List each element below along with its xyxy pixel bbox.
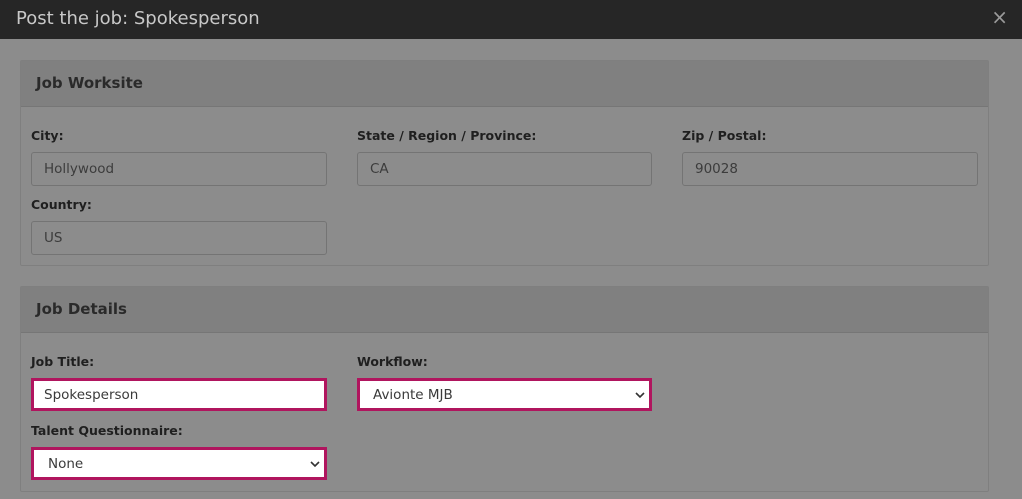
job-title-label: Job Title: bbox=[31, 354, 95, 369]
state-field[interactable]: CA bbox=[357, 152, 652, 186]
workflow-value: Avionte MJB bbox=[373, 387, 453, 403]
job-worksite-panel: Job Worksite City: Hollywood State / Reg… bbox=[20, 60, 989, 266]
zip-field[interactable]: 90028 bbox=[682, 152, 978, 186]
modal-title: Post the job: Spokesperson bbox=[16, 8, 260, 29]
job-title-input[interactable]: Spokesperson bbox=[31, 378, 327, 411]
workflow-label: Workflow: bbox=[357, 354, 428, 369]
city-field[interactable]: Hollywood bbox=[31, 152, 327, 186]
job-details-panel: Job Details Job Title: Spokesperson Work… bbox=[20, 286, 989, 492]
chevron-down-icon bbox=[310, 461, 320, 468]
country-field[interactable]: US bbox=[31, 221, 327, 255]
questionnaire-label: Talent Questionnaire: bbox=[31, 423, 183, 438]
modal-body: Job Worksite City: Hollywood State / Reg… bbox=[0, 39, 1022, 499]
job-details-heading: Job Details bbox=[21, 287, 988, 333]
city-label: City: bbox=[31, 128, 64, 143]
job-title-value: Spokesperson bbox=[44, 387, 139, 403]
chevron-down-icon bbox=[635, 392, 645, 399]
questionnaire-select[interactable]: None bbox=[31, 447, 327, 480]
close-icon[interactable]: × bbox=[991, 5, 1008, 29]
modal-header: Post the job: Spokesperson × bbox=[0, 0, 1022, 39]
country-label: Country: bbox=[31, 197, 92, 212]
state-label: State / Region / Province: bbox=[357, 128, 537, 143]
zip-label: Zip / Postal: bbox=[682, 128, 767, 143]
job-worksite-heading: Job Worksite bbox=[21, 61, 988, 107]
workflow-select[interactable]: Avionte MJB bbox=[357, 378, 652, 411]
questionnaire-value: None bbox=[48, 456, 84, 472]
